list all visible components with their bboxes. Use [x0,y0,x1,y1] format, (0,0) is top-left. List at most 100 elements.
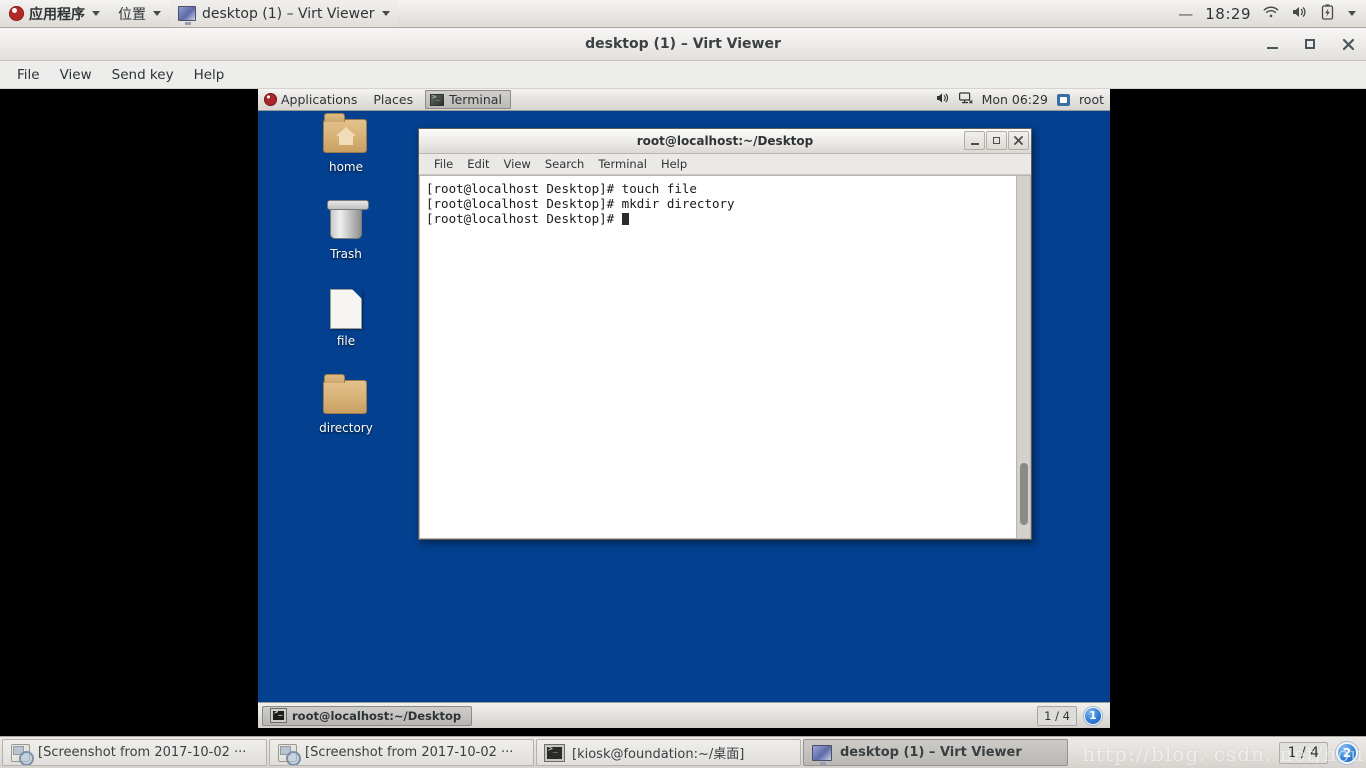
fedora-logo-icon [264,93,277,106]
host-workspace-switcher[interactable]: 1 / 4 [1278,741,1328,764]
wifi-icon[interactable] [1263,5,1279,23]
terminal-line: [root@localhost Desktop]# mkdir director… [426,196,735,211]
chevron-down-icon [382,11,391,16]
user-icon [1056,93,1070,106]
terminal-close-button[interactable] [1008,131,1029,150]
desktop-icon-label: home [328,160,364,174]
guest-places-menu[interactable]: Places [365,89,421,110]
terminal-scrollbar[interactable] [1016,176,1030,538]
panel-dash: — [1178,4,1194,23]
virt-viewer-close-button[interactable] [1340,36,1356,52]
network-icon[interactable] [958,92,973,107]
menu-file[interactable]: File [8,64,49,86]
guest-notification-badge[interactable]: 1 [1084,706,1102,725]
terminal-menubar: File Edit View Search Terminal Help [419,154,1031,175]
host-applications-label: 应用程序 [29,6,85,23]
guest-desktop[interactable]: Applications Places Terminal [258,89,1110,728]
guest-window-task-terminal[interactable]: Terminal [425,90,511,109]
guest-task-label: Terminal [449,92,502,107]
taskbar-item-label: [kiosk@foundation:~/桌面] [572,747,745,762]
taskbar-item-screenshot-1[interactable]: [Screenshot from 2017-10-02 ··· [2,739,267,766]
terminal-icon [430,93,445,106]
desktop-icon-home[interactable]: home [296,113,396,174]
host-places-label: 位置 [118,6,146,23]
terminal-menu-search[interactable]: Search [538,156,592,172]
terminal-titlebar[interactable]: root@localhost:~/Desktop [419,129,1031,154]
terminal-menu-help[interactable]: Help [654,156,694,172]
terminal-icon [544,743,565,762]
guest-taskbar-item-terminal[interactable]: root@localhost:~/Desktop [262,705,472,726]
taskbar-item-label: [Screenshot from 2017-10-02 ··· [305,745,514,760]
host-notification-badge[interactable]: 2 [1336,741,1358,764]
volume-icon[interactable] [1291,5,1309,23]
volume-icon[interactable] [936,92,950,107]
terminal-cursor [621,213,629,225]
guest-clock[interactable]: Mon 06:29 [982,92,1048,107]
host-window-selector-label: desktop (1) – Virt Viewer [202,5,375,22]
host-applications-menu[interactable]: 应用程序 [0,0,109,27]
taskbar-item-screenshot-2[interactable]: [Screenshot from 2017-10-02 ··· [269,739,534,766]
host-places-menu[interactable]: 位置 [109,0,170,27]
guest-workspace-switcher[interactable]: 1 / 4 [1037,705,1077,726]
guest-taskbar-item-label: root@localhost:~/Desktop [292,708,462,723]
guest-places-label: Places [373,92,414,107]
fedora-logo-icon [9,6,24,21]
terminal-icon [270,708,287,723]
chevron-down-icon[interactable] [1348,11,1356,16]
menu-view[interactable]: View [51,64,101,86]
taskbar-item-kiosk-terminal[interactable]: [kiosk@foundation:~/桌面] [536,739,801,766]
file-icon [330,289,362,329]
host-clock[interactable]: 18:29 [1205,5,1251,23]
taskbar-item-virt-viewer[interactable]: desktop (1) – Virt Viewer [803,739,1068,766]
desktop-icon-file[interactable]: file [296,287,396,348]
guest-top-panel: Applications Places Terminal [258,89,1110,111]
guest-applications-menu[interactable]: Applications [258,89,365,110]
guest-user-label[interactable]: root [1079,92,1104,107]
terminal-minimize-button[interactable] [964,131,985,150]
desktop-icon-label: Trash [330,247,362,261]
virt-viewer-minimize-button[interactable] [1264,36,1280,52]
host-taskbar: [Screenshot from 2017-10-02 ··· [Screens… [0,736,1366,768]
terminal-output[interactable]: [root@localhost Desktop]# touch file [ro… [420,176,1016,538]
taskbar-item-label: [Screenshot from 2017-10-02 ··· [38,745,247,760]
screenshot-icon [278,743,301,765]
guest-applications-label: Applications [281,92,358,107]
terminal-line: [root@localhost Desktop]# [426,211,622,226]
home-folder-icon [336,127,356,145]
guest-bottom-panel: root@localhost:~/Desktop 1 / 4 1 [258,702,1110,728]
taskbar-item-label: desktop (1) – Virt Viewer [840,745,1022,760]
desktop-icon-label: directory [319,421,373,435]
terminal-menu-file[interactable]: File [427,156,460,172]
chevron-down-icon [92,11,100,16]
folder-icon [323,374,367,414]
desktop-icon-label: file [336,334,356,348]
chevron-down-icon [153,11,161,16]
terminal-menu-view[interactable]: View [497,156,538,172]
terminal-title: root@localhost:~/Desktop [636,134,814,148]
terminal-scrollbar-thumb[interactable] [1020,463,1028,525]
virt-viewer-icon [178,6,196,25]
virt-viewer-icon [812,744,832,765]
terminal-screen[interactable]: [root@localhost Desktop]# touch file [ro… [419,175,1031,539]
menu-help[interactable]: Help [185,64,234,86]
menu-send-key[interactable]: Send key [103,64,183,86]
screenshot-root: 应用程序 位置 desktop (1) – Virt Viewer — 18:2… [0,0,1366,768]
terminal-menu-terminal[interactable]: Terminal [591,156,654,172]
virt-viewer-window: desktop (1) – Virt Viewer File View Send… [0,28,1366,736]
terminal-menu-edit[interactable]: Edit [460,156,496,172]
virt-viewer-menubar: File View Send key Help [0,61,1366,89]
desktop-icon-directory[interactable]: directory [296,374,396,435]
host-window-selector[interactable]: desktop (1) – Virt Viewer [170,0,399,27]
terminal-line: [root@localhost Desktop]# touch file [426,181,697,196]
virt-viewer-display-area: Applications Places Terminal [0,89,1366,736]
desktop-icon-trash[interactable]: Trash [296,200,396,261]
screenshot-icon [11,743,34,765]
battery-icon[interactable] [1321,3,1334,24]
virt-viewer-titlebar[interactable]: desktop (1) – Virt Viewer [0,28,1366,61]
trash-icon [327,200,369,239]
terminal-maximize-button[interactable] [986,131,1007,150]
desktop-icon-list: home Trash file directory [296,113,396,461]
host-top-panel: 应用程序 位置 desktop (1) – Virt Viewer — 18:2… [0,0,1366,28]
terminal-window: root@localhost:~/Desktop File Edit View [418,128,1032,540]
virt-viewer-maximize-button[interactable] [1302,36,1318,52]
